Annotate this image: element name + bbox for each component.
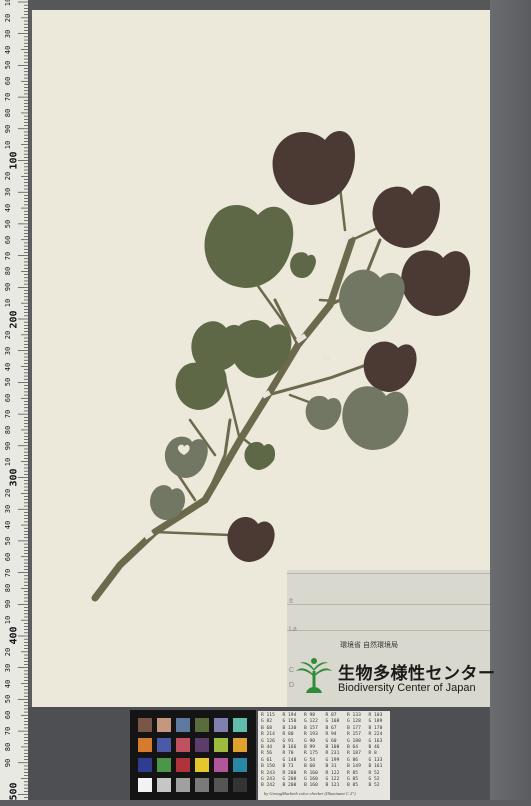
color-swatch bbox=[233, 778, 247, 792]
color-swatch bbox=[195, 758, 209, 772]
leaf bbox=[244, 441, 276, 470]
color-swatch bbox=[195, 718, 209, 732]
color-swatch bbox=[214, 718, 228, 732]
leaf bbox=[272, 131, 355, 205]
color-swatch bbox=[157, 738, 171, 752]
color-swatch bbox=[157, 778, 171, 792]
color-swatch bbox=[157, 758, 171, 772]
leaf bbox=[290, 252, 316, 278]
color-swatch bbox=[138, 758, 152, 772]
faded-label-text: It bbox=[289, 598, 293, 605]
color-swatch bbox=[176, 758, 190, 772]
rgb-value-cell: B 160 bbox=[304, 783, 318, 789]
color-swatch bbox=[176, 778, 190, 792]
color-swatch bbox=[214, 738, 228, 752]
leaf bbox=[339, 269, 405, 332]
leaf bbox=[227, 517, 275, 562]
color-swatch bbox=[214, 778, 228, 792]
leaf bbox=[372, 185, 440, 248]
leaf bbox=[204, 204, 294, 288]
label-line bbox=[287, 604, 490, 605]
color-swatch bbox=[138, 778, 152, 792]
color-swatch bbox=[233, 718, 247, 732]
color-swatch bbox=[195, 778, 209, 792]
label-line bbox=[287, 630, 490, 631]
color-swatch bbox=[214, 758, 228, 772]
card-footer-note: by GretagMacbeth color checker (Illumina… bbox=[264, 791, 356, 796]
faded-label-text: La bbox=[289, 626, 297, 633]
leaf bbox=[342, 386, 409, 450]
rgb-value-cell: B 121 bbox=[325, 783, 340, 789]
leaf bbox=[401, 250, 471, 316]
color-swatch bbox=[138, 718, 152, 732]
biodiversity-center-logo bbox=[296, 658, 332, 693]
org-name-english: Biodiversity Center of Japan bbox=[338, 682, 476, 694]
color-swatch bbox=[157, 718, 171, 732]
org-name-japanese: 生物多様性センター bbox=[338, 664, 496, 683]
color-swatch bbox=[138, 738, 152, 752]
leaf bbox=[175, 362, 227, 410]
leaves bbox=[150, 131, 471, 562]
label-line bbox=[287, 573, 490, 574]
rgb-value-cell: B 200 bbox=[282, 783, 297, 789]
color-swatch bbox=[176, 718, 190, 732]
color-swatch bbox=[233, 758, 247, 772]
org-ministry-text: 環境省 自然環境局 bbox=[340, 642, 398, 649]
color-swatch bbox=[195, 738, 209, 752]
leaf bbox=[164, 436, 208, 478]
color-checker-chart bbox=[130, 710, 256, 800]
rgb-value-cell: B 85 bbox=[347, 783, 359, 789]
color-swatch bbox=[176, 738, 190, 752]
rgb-value-cell: B 52 bbox=[368, 783, 380, 789]
color-swatch bbox=[233, 738, 247, 752]
rgb-value-cell: B 242 bbox=[261, 783, 275, 789]
color-reference-card: by GretagMacbeth color checker (Illumina… bbox=[258, 711, 390, 800]
leaf bbox=[363, 341, 417, 392]
leaf bbox=[305, 395, 342, 430]
